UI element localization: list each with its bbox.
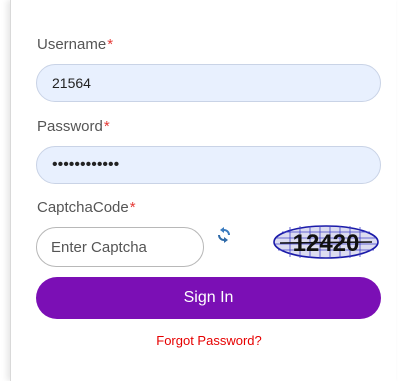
forgot-password-link[interactable]: Forgot Password?: [11, 333, 398, 348]
password-label: Password*: [37, 118, 110, 135]
sign-in-button[interactable]: Sign In: [36, 277, 381, 319]
username-label: Username*: [37, 36, 114, 53]
captcha-input[interactable]: [36, 227, 204, 267]
captcha-label: CaptchaCode*: [37, 199, 136, 216]
username-field[interactable]: [36, 64, 381, 102]
refresh-icon[interactable]: [216, 227, 232, 243]
login-card: Username* Password* CaptchaCode*: [10, 0, 396, 381]
captcha-image: 12420: [273, 225, 379, 259]
password-field[interactable]: [36, 146, 381, 184]
